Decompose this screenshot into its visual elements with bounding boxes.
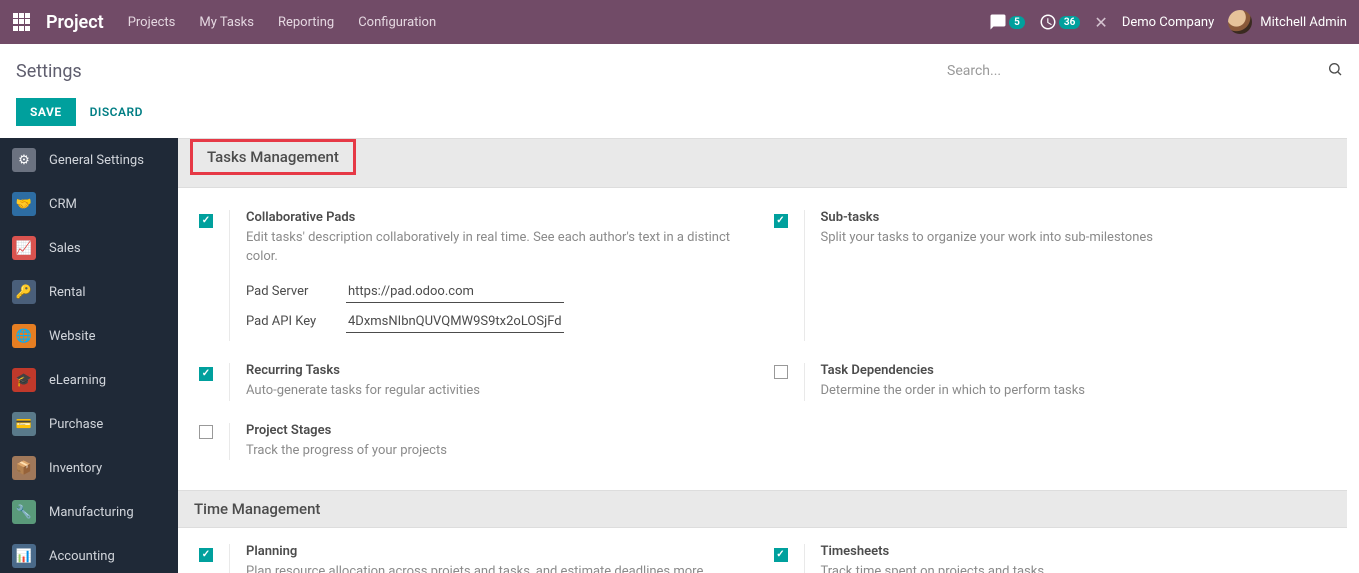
search-wrap	[943, 61, 1343, 81]
sidebar-item-rental[interactable]: 🔑 Rental	[0, 270, 178, 314]
pad-server-label: Pad Server	[246, 284, 346, 299]
pad-server-input[interactable]	[346, 281, 564, 303]
control-panel: SAVE DISCARD	[0, 88, 1359, 138]
setting-sub-tasks: Sub-tasks Split your tasks to organize y…	[773, 206, 1328, 347]
sidebar-label: Inventory	[49, 461, 102, 476]
pad-api-key-label: Pad API Key	[246, 314, 346, 329]
setting-desc: Auto-generate tasks for regular activiti…	[246, 382, 753, 401]
setting-timesheets: Timesheets Track time spent on projects …	[773, 540, 1328, 573]
sidebar-label: Purchase	[49, 417, 103, 432]
apps-icon[interactable]	[12, 12, 32, 32]
setting-title: Planning	[246, 544, 753, 559]
pad-api-key-input[interactable]	[346, 311, 564, 333]
section-tasks-header-row: Tasks Management	[178, 138, 1347, 188]
sidebar-item-inventory[interactable]: 📦 Inventory	[0, 446, 178, 490]
nav-projects[interactable]: Projects	[128, 15, 176, 30]
sub-tasks-checkbox[interactable]	[774, 214, 788, 228]
sidebar-item-general-settings[interactable]: ⚙ General Settings	[0, 138, 178, 182]
company-selector[interactable]: Demo Company	[1122, 15, 1214, 30]
debug-icon[interactable]: ✕	[1094, 13, 1107, 32]
activity-icon[interactable]: 36	[1039, 13, 1080, 31]
setting-collaborative-pads: Collaborative Pads Edit tasks' descripti…	[198, 206, 753, 347]
page-title: Settings	[16, 61, 82, 82]
section-time-header: Time Management	[178, 490, 1347, 528]
header-row: Settings	[0, 44, 1359, 88]
chat-badge: 5	[1009, 16, 1025, 29]
sidebar-item-purchase[interactable]: 💳 Purchase	[0, 402, 178, 446]
sidebar-label: Manufacturing	[49, 505, 134, 520]
setting-project-stages: Project Stages Track the progress of you…	[198, 419, 753, 467]
setting-planning: Planning Plan resource allocation across…	[198, 540, 753, 573]
cart-icon: 💳	[12, 412, 36, 436]
gear-icon: ⚙	[12, 148, 36, 172]
setting-title: Project Stages	[246, 423, 753, 438]
setting-desc: Plan resource allocation across projets …	[246, 563, 753, 573]
globe-icon: 🌐	[12, 324, 36, 348]
save-button[interactable]: SAVE	[16, 98, 76, 126]
wrench-icon: 🔧	[12, 500, 36, 524]
setting-title: Recurring Tasks	[246, 363, 753, 378]
box-icon: 📦	[12, 456, 36, 480]
settings-sidebar: ⚙ General Settings 🤝 CRM 📈 Sales 🔑 Renta…	[0, 138, 178, 573]
sidebar-label: Website	[49, 329, 96, 344]
setting-title: Task Dependencies	[821, 363, 1328, 378]
setting-desc: Split your tasks to organize your work i…	[821, 229, 1328, 248]
sidebar-label: Sales	[49, 241, 81, 256]
settings-main: Tasks Management Collaborative Pads Edit…	[178, 138, 1359, 573]
chart-icon: 📈	[12, 236, 36, 260]
nav-my-tasks[interactable]: My Tasks	[199, 15, 254, 30]
setting-desc: Track the progress of your projects	[246, 442, 753, 461]
graduation-icon: 🎓	[12, 368, 36, 392]
sidebar-item-accounting[interactable]: 📊 Accounting	[0, 534, 178, 573]
top-navbar: Project Projects My Tasks Reporting Conf…	[0, 0, 1359, 44]
activity-badge: 36	[1059, 16, 1080, 29]
task-dependencies-checkbox[interactable]	[774, 365, 788, 379]
avatar	[1228, 10, 1252, 34]
chat-icon[interactable]: 5	[989, 13, 1025, 31]
setting-desc: Track time spent on projects and tasks	[821, 563, 1328, 573]
timesheets-checkbox[interactable]	[774, 548, 788, 562]
app-brand[interactable]: Project	[46, 12, 104, 33]
setting-recurring-tasks: Recurring Tasks Auto-generate tasks for …	[198, 359, 753, 407]
setting-title: Collaborative Pads	[246, 210, 753, 225]
collaborative-pads-checkbox[interactable]	[199, 214, 213, 228]
setting-task-dependencies: Task Dependencies Determine the order in…	[773, 359, 1328, 407]
search-input[interactable]	[947, 63, 1327, 79]
nav-reporting[interactable]: Reporting	[278, 15, 334, 30]
sidebar-item-crm[interactable]: 🤝 CRM	[0, 182, 178, 226]
calculator-icon: 📊	[12, 544, 36, 568]
user-name: Mitchell Admin	[1260, 15, 1347, 30]
discard-button[interactable]: DISCARD	[90, 105, 143, 119]
recurring-tasks-checkbox[interactable]	[199, 367, 213, 381]
key-icon: 🔑	[12, 280, 36, 304]
sidebar-label: Accounting	[49, 549, 115, 564]
setting-desc: Determine the order in which to perform …	[821, 382, 1328, 401]
sidebar-label: Rental	[49, 285, 86, 300]
sidebar-item-website[interactable]: 🌐 Website	[0, 314, 178, 358]
handshake-icon: 🤝	[12, 192, 36, 216]
setting-title: Sub-tasks	[821, 210, 1328, 225]
sidebar-label: General Settings	[49, 153, 144, 168]
section-tasks-header: Tasks Management	[190, 139, 356, 175]
sidebar-item-elearning[interactable]: 🎓 eLearning	[0, 358, 178, 402]
project-stages-checkbox[interactable]	[199, 425, 213, 439]
setting-title: Timesheets	[821, 544, 1328, 559]
setting-desc: Edit tasks' description collaboratively …	[246, 229, 753, 267]
nav-links: Projects My Tasks Reporting Configuratio…	[128, 15, 436, 30]
search-icon[interactable]	[1327, 61, 1343, 81]
user-menu[interactable]: Mitchell Admin	[1228, 10, 1347, 34]
sidebar-label: eLearning	[49, 373, 106, 388]
nav-configuration[interactable]: Configuration	[358, 15, 436, 30]
planning-checkbox[interactable]	[199, 548, 213, 562]
sidebar-label: CRM	[49, 197, 77, 212]
sidebar-item-sales[interactable]: 📈 Sales	[0, 226, 178, 270]
sidebar-item-manufacturing[interactable]: 🔧 Manufacturing	[0, 490, 178, 534]
